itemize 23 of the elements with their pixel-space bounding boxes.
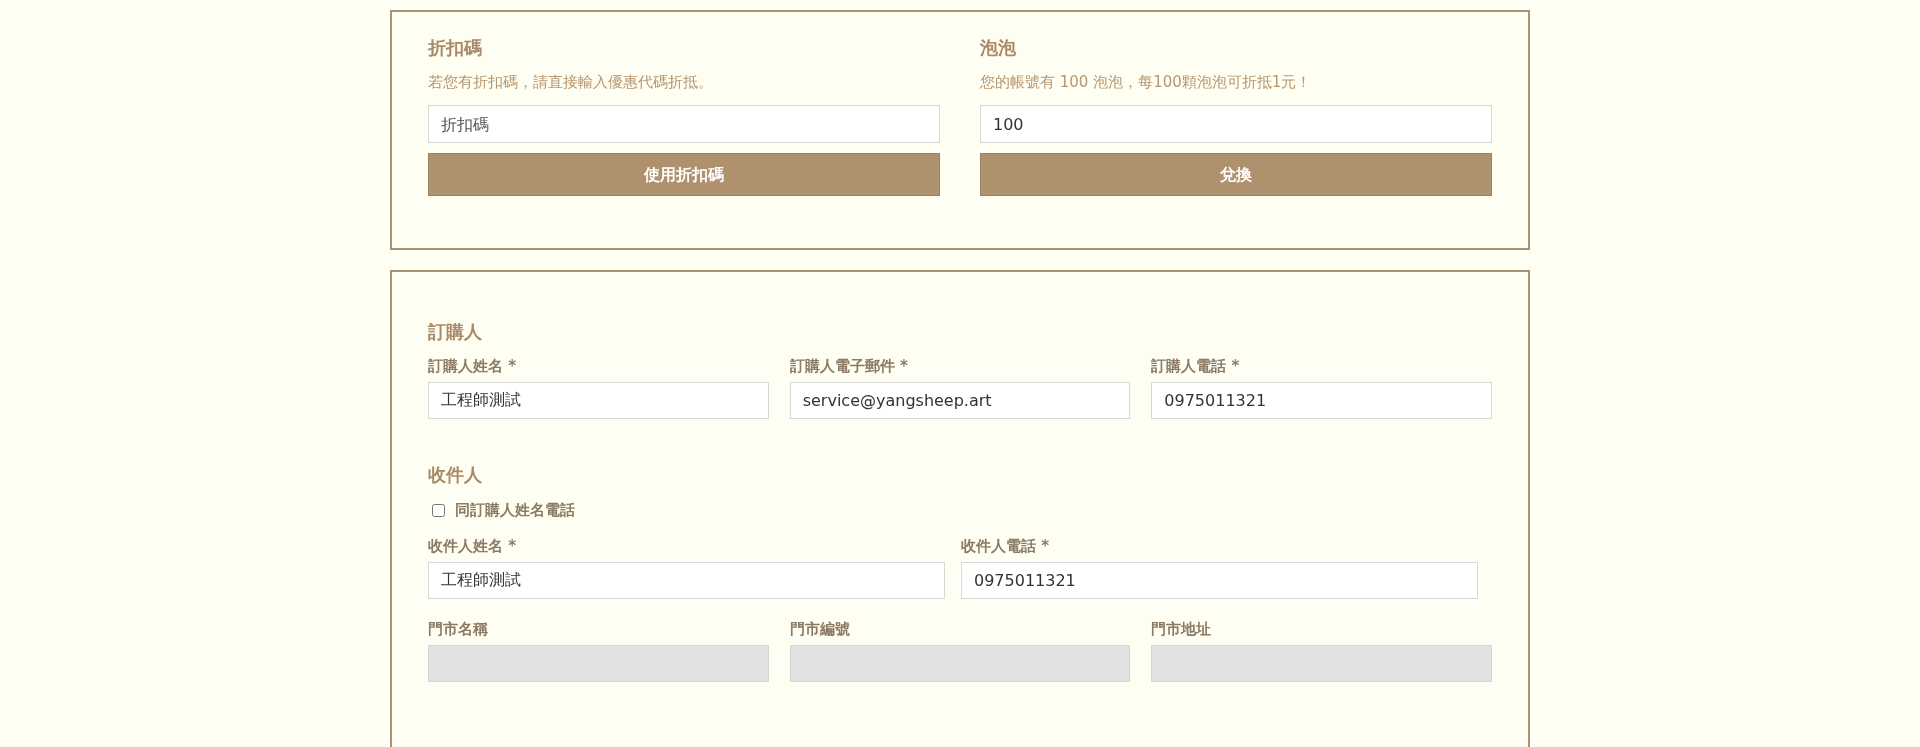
field-label: 訂購人電子郵件 *	[789, 356, 909, 376]
input-field[interactable]: 0975011321	[1151, 382, 1492, 419]
field-label: 門市地址	[1151, 618, 1213, 639]
input-field[interactable]: 0975011321	[961, 561, 1478, 599]
checkbox-label: 同訂購人姓名電話	[455, 500, 575, 521]
checkbox[interactable]	[432, 503, 445, 517]
field-label: 收件人姓名 *	[428, 535, 518, 556]
field-label: 門市名稱	[428, 618, 489, 639]
section-title: 折扣碼	[428, 36, 483, 60]
section-title: 收件人	[428, 463, 483, 487]
input-field[interactable]: service@yangsheep.art	[789, 382, 1131, 419]
field-label: 訂購人電話 *	[1151, 356, 1241, 376]
input-field[interactable]: 工程師測試	[428, 382, 769, 419]
description-text: 若您有折扣碼，請直接輸入優惠代碼折抵。	[428, 72, 714, 92]
input-field[interactable]: 100	[980, 105, 1492, 143]
description-text: 您的帳號有 100 泡泡，每100顆泡泡可折抵1元！	[980, 72, 1313, 92]
input-field[interactable]: 工程師測試	[428, 561, 945, 599]
section-title: 泡泡	[980, 36, 1017, 60]
field-label: 收件人電話 *	[961, 535, 1051, 556]
input-field[interactable]: 折扣碼	[428, 105, 940, 143]
section-title: 訂購人	[428, 320, 483, 344]
field-label: 訂購人姓名 *	[428, 356, 518, 376]
field-label: 門市編號	[789, 618, 851, 639]
